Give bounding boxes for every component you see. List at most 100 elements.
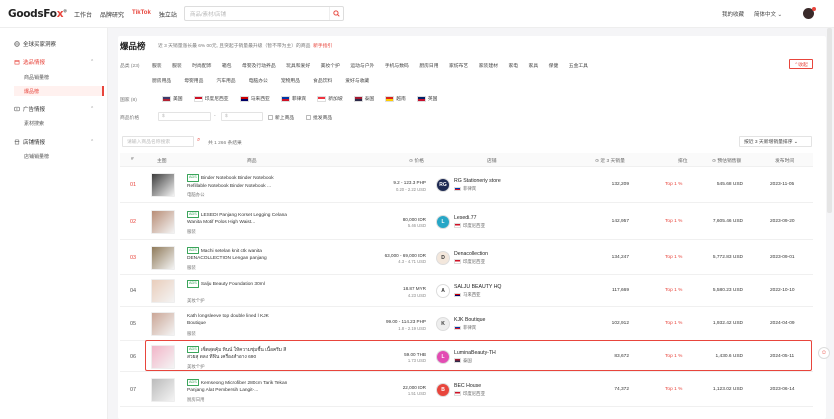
sidebar-sub-creative-search[interactable]: 素材搜索 (24, 120, 44, 127)
store-name[interactable]: BEC House (454, 383, 481, 389)
category-option[interactable]: 服装 (172, 62, 182, 69)
category-option[interactable]: 电脑办公 (249, 77, 268, 84)
product-search-input[interactable]: 请输入商品名称搜索 (122, 136, 194, 147)
sidebar-sub-store-sales[interactable]: 店铺销量榜 (24, 153, 49, 160)
scrollbar[interactable] (827, 28, 832, 213)
guide-link[interactable]: 新手指引 (313, 44, 332, 49)
category-option[interactable]: 五金工具 (569, 62, 588, 69)
category-option[interactable]: 手机与数码 (385, 62, 409, 69)
nav-brand-research[interactable]: 品牌研究 (100, 10, 124, 19)
store-name[interactable]: Lesedi.77 (454, 215, 477, 221)
avatar[interactable] (803, 7, 816, 19)
product-thumbnail[interactable] (151, 279, 175, 303)
col-price[interactable]: ⊙ 价格 (409, 157, 424, 164)
language-select[interactable]: 简体中文 ⌄ (754, 10, 782, 18)
sidebar-item-store-intel[interactable]: 店铺情报 (14, 138, 45, 146)
store-logo[interactable]: D (436, 250, 450, 265)
ad-icon (14, 106, 20, 112)
product-name[interactable]: Kath longsleeve top double lined l KJK B… (187, 313, 289, 328)
country-option[interactable]: 越南 (385, 95, 406, 102)
category-option[interactable]: 汽车用品 (216, 77, 235, 84)
category-option[interactable]: 服装 (152, 62, 162, 69)
chevron-up-icon[interactable]: ⌃ (90, 59, 94, 65)
new-products-checkbox[interactable]: 新上商品 (268, 114, 294, 121)
collapse-button[interactable]: ⌃收起 (789, 59, 813, 69)
category-option[interactable]: 食品饮料 (313, 77, 332, 84)
nav-tiktok[interactable]: TikTok (132, 10, 151, 19)
favorites-link[interactable]: 我的收藏 (722, 10, 744, 18)
product-name[interactable]: ADS Salju Beauty Foundation 30ml (187, 280, 289, 289)
store-name[interactable]: Denacollection (454, 251, 488, 257)
sales-value: 132,209 (611, 182, 629, 187)
category-option[interactable]: 美妆个护 (321, 62, 340, 69)
page-subtitle: 近 3 天销量涨长最 6% 00元, 且突起于销量最升级（暂不带为主）的商品 新… (158, 42, 332, 49)
rank-percentile: Top 1 % (665, 219, 682, 224)
product-thumbnail[interactable] (151, 245, 175, 270)
store-name[interactable]: KJK Boutique (454, 317, 485, 323)
global-search[interactable]: 商品/素材/店铺 (184, 6, 344, 21)
store-name[interactable]: RG Stationeriy store (454, 178, 501, 184)
search-icon[interactable]: ⌕ (197, 137, 200, 144)
country-option[interactable]: 新加坡 (317, 95, 343, 102)
search-input[interactable]: 商品/素材/店铺 (185, 10, 329, 18)
category-option[interactable]: 箱包 (222, 62, 232, 69)
sidebar-item-ad-intel[interactable]: 广告情报 (14, 105, 45, 113)
col-store: 店铺 (487, 159, 497, 164)
nav-independent-site[interactable]: 独立站 (159, 10, 177, 19)
product-thumbnail[interactable] (151, 209, 175, 234)
sidebar-sub-product-sales[interactable]: 商品销量榜 (24, 74, 49, 81)
rank-number: 03 (130, 254, 137, 261)
sidebar-item-product-intel[interactable]: 选品情报 (14, 58, 45, 66)
country-option[interactable]: 英国 (416, 95, 437, 102)
sort-select[interactable]: 按近 3 天新增销量排序 ⌄ (739, 136, 812, 147)
category-option[interactable]: 玩具和爱好 (286, 62, 310, 69)
store-logo[interactable]: L (436, 214, 450, 229)
col-sales[interactable]: ⊙ 近 3 天销量 (595, 157, 625, 164)
product-thumbnail[interactable] (151, 312, 175, 336)
product-name[interactable]: ADS Machi setelan knit ctk wanita DENACOL… (187, 246, 289, 263)
category-option[interactable]: 家纺布艺 (449, 62, 468, 69)
logo[interactable]: GoodsFox® (8, 8, 67, 20)
store-logo[interactable]: K (436, 317, 450, 331)
country-option[interactable]: 泰国 (353, 95, 374, 102)
country-option[interactable]: 菲律宾 (280, 95, 306, 102)
product-name[interactable]: ADS Kemseong Microfiber 280cm Tarik Tekan… (187, 378, 289, 395)
col-revenue[interactable]: ⊙ 预估销售额 (712, 157, 741, 164)
category-option[interactable]: 保健 (549, 62, 559, 69)
category-option[interactable]: 家电 (508, 62, 518, 69)
sidebar-item-global-buyer[interactable]: 全球买家洞察 (14, 40, 56, 48)
product-thumbnail[interactable] (151, 173, 175, 197)
store-logo[interactable]: B (436, 382, 450, 397)
rank-number: 01 (130, 182, 137, 188)
wholesale-checkbox[interactable]: 批发商品 (306, 114, 332, 121)
category-option[interactable]: 厨房日用 (419, 62, 438, 69)
price-local: 18.87 MYR (403, 286, 426, 291)
price-min-input[interactable]: $ (158, 112, 211, 121)
product-name[interactable]: ADS LESEDI Panjang Korset Legging Celana … (187, 210, 289, 227)
nav-workbench[interactable]: 工作台 (74, 10, 92, 19)
category-option[interactable]: 时尚配饰 (192, 62, 211, 69)
country-option[interactable]: 印度尼西亚 (193, 95, 229, 102)
product-name[interactable]: ADS Binder Notebook Binder Notebook Refil… (187, 174, 289, 190)
chat-button[interactable]: ☺ (818, 347, 830, 359)
category-option[interactable]: 家具 (529, 62, 539, 69)
category-option[interactable]: 宠物用品 (281, 77, 300, 84)
sidebar-sub-hot-products[interactable]: 爆品榜 (24, 88, 39, 95)
chevron-up-icon[interactable]: ⌃ (90, 139, 94, 145)
store-logo[interactable]: A (436, 284, 450, 298)
product-thumbnail[interactable] (151, 377, 175, 402)
store-name[interactable]: SALJU BEAUTY HQ (454, 284, 501, 290)
category-option[interactable]: 母婴用品 (184, 77, 203, 84)
category-option[interactable]: 运动与户外 (350, 62, 374, 69)
category-option[interactable]: 母婴及行动养品 (242, 62, 276, 69)
flag-icon (385, 95, 395, 102)
country-option[interactable]: 美国 (162, 95, 183, 102)
category-option[interactable]: 家装建材 (479, 62, 498, 69)
price-max-input[interactable]: $ (221, 112, 263, 121)
category-option[interactable]: 厨房用品 (152, 77, 171, 84)
chevron-up-icon[interactable]: ⌃ (90, 106, 94, 112)
store-logo[interactable]: RG (436, 178, 450, 192)
country-option[interactable]: 马来西亚 (239, 95, 270, 102)
category-option[interactable]: 爱好与收藏 (345, 77, 369, 84)
search-button[interactable] (329, 7, 343, 20)
